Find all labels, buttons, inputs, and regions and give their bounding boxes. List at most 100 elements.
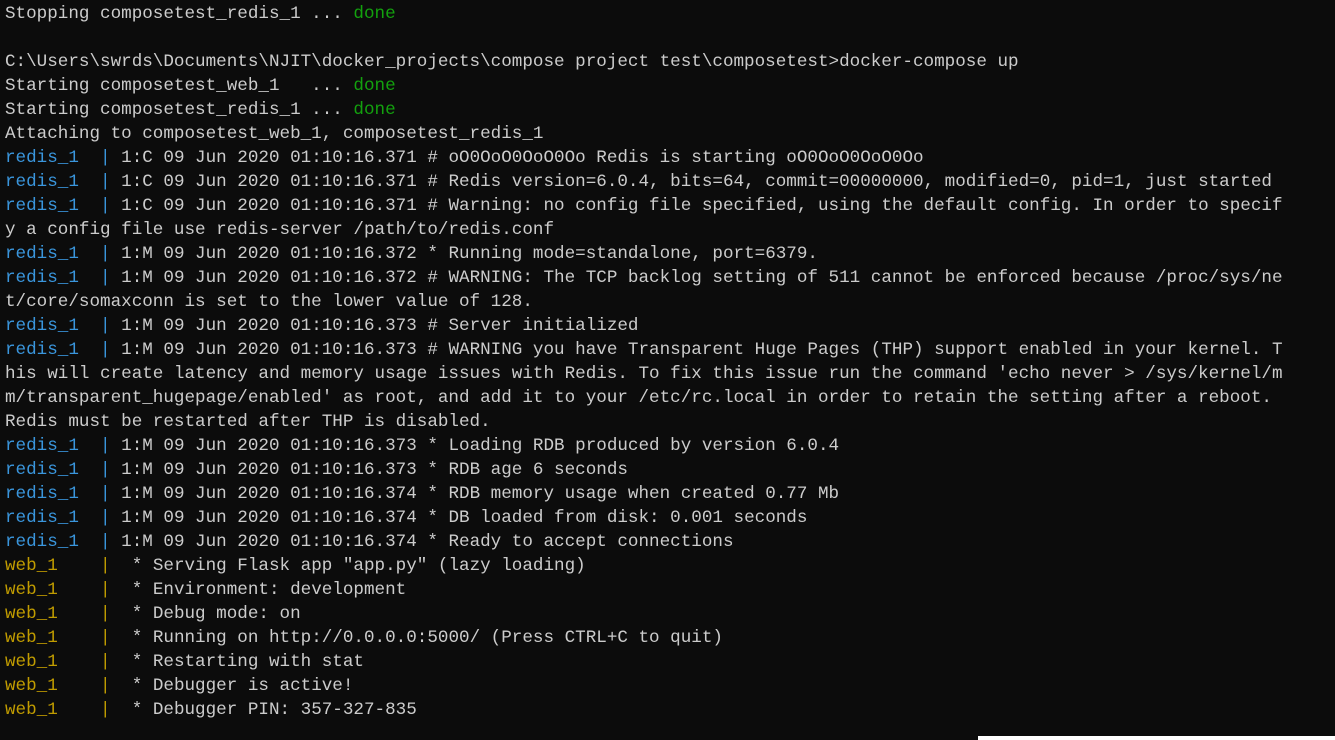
terminal-line: web_1 | * Running on http://0.0.0.0:5000… [5, 626, 1283, 650]
terminal-line: web_1 | * Serving Flask app "app.py" (la… [5, 554, 1283, 578]
terminal-line: redis_1 | 1:C 09 Jun 2020 01:10:16.371 #… [5, 170, 1283, 194]
service-prefix-redis: redis_1 [5, 172, 79, 192]
log-message: * Debugger is active! [110, 676, 354, 696]
service-separator: | [78, 244, 111, 264]
terminal-line: redis_1 | 1:M 09 Jun 2020 01:10:16.373 #… [5, 314, 1283, 338]
log-message: m/transparent_hugepage/enabled' as root,… [5, 388, 1272, 408]
log-message: * Environment: development [110, 580, 407, 600]
terminal-line: C:\Users\swrds\Documents\NJIT\docker_pro… [5, 50, 1283, 74]
log-message: 1:M 09 Jun 2020 01:10:16.372 * Running m… [110, 244, 818, 264]
terminal-line: Redis must be restarted after THP is dis… [5, 410, 1283, 434]
service-prefix-redis: redis_1 [5, 460, 79, 480]
terminal-window[interactable]: Stopping composetest_redis_1 ... done C:\… [0, 0, 1335, 740]
terminal-line: redis_1 | 1:M 09 Jun 2020 01:10:16.372 #… [5, 266, 1283, 290]
log-message: 1:M 09 Jun 2020 01:10:16.374 * DB loaded… [110, 508, 808, 528]
terminal-line: his will create latency and memory usage… [5, 362, 1283, 386]
service-prefix-web: web_1 [5, 652, 58, 672]
log-message: Redis must be restarted after THP is dis… [5, 412, 491, 432]
service-separator: | [78, 340, 111, 360]
log-message: 1:C 09 Jun 2020 01:10:16.371 # oO0OoO0Oo… [110, 148, 924, 168]
terminal-line: redis_1 | 1:C 09 Jun 2020 01:10:16.371 #… [5, 146, 1283, 170]
log-message: 1:M 09 Jun 2020 01:10:16.373 # WARNING y… [110, 340, 1283, 360]
service-separator: | [57, 628, 111, 648]
log-message: * Debug mode: on [110, 604, 301, 624]
service-separator: | [57, 604, 111, 624]
service-prefix-web: web_1 [5, 628, 58, 648]
status-message: Starting composetest_redis_1 ... [5, 100, 354, 120]
service-separator: | [78, 460, 111, 480]
service-separator: | [78, 148, 111, 168]
status-done: done [353, 76, 396, 96]
service-separator: | [78, 436, 111, 456]
service-separator: | [78, 508, 111, 528]
service-prefix-redis: redis_1 [5, 268, 79, 288]
terminal-line: Stopping composetest_redis_1 ... done [5, 2, 1283, 26]
terminal-line: web_1 | * Debug mode: on [5, 602, 1283, 626]
service-prefix-redis: redis_1 [5, 436, 79, 456]
log-message: 1:M 09 Jun 2020 01:10:16.373 # Server in… [110, 316, 639, 336]
service-prefix-web: web_1 [5, 700, 58, 720]
log-message: 1:M 09 Jun 2020 01:10:16.372 # WARNING: … [110, 268, 1283, 288]
service-prefix-redis: redis_1 [5, 484, 79, 504]
log-message: y a config file use redis-server /path/t… [5, 220, 555, 240]
service-prefix-web: web_1 [5, 580, 58, 600]
log-message: 1:M 09 Jun 2020 01:10:16.374 * Ready to … [110, 532, 734, 552]
terminal-line: redis_1 | 1:C 09 Jun 2020 01:10:16.371 #… [5, 194, 1283, 218]
log-message: 1:M 09 Jun 2020 01:10:16.373 * RDB age 6… [110, 460, 628, 480]
terminal-line: redis_1 | 1:M 09 Jun 2020 01:10:16.374 *… [5, 506, 1283, 530]
log-message: 1:C 09 Jun 2020 01:10:16.371 # Warning: … [110, 196, 1283, 216]
service-separator: | [78, 268, 111, 288]
service-prefix-redis: redis_1 [5, 316, 79, 336]
terminal-line: Starting composetest_redis_1 ... done [5, 98, 1283, 122]
log-message: * Restarting with stat [110, 652, 364, 672]
status-done: done [353, 100, 396, 120]
log-message: his will create latency and memory usage… [5, 364, 1283, 384]
log-message: Attaching to composetest_web_1, composet… [5, 124, 544, 144]
log-message: 1:M 09 Jun 2020 01:10:16.374 * RDB memor… [110, 484, 840, 504]
service-separator: | [78, 316, 111, 336]
terminal-line: Attaching to composetest_web_1, composet… [5, 122, 1283, 146]
status-message: Starting composetest_web_1 ... [5, 76, 354, 96]
terminal-line: web_1 | * Restarting with stat [5, 650, 1283, 674]
service-separator: | [57, 652, 111, 672]
log-message: t/core/somaxconn is set to the lower val… [5, 292, 533, 312]
terminal-line: redis_1 | 1:M 09 Jun 2020 01:10:16.373 *… [5, 458, 1283, 482]
service-prefix-redis: redis_1 [5, 244, 79, 264]
log-message: C:\Users\swrds\Documents\NJIT\docker_pro… [5, 52, 1019, 72]
terminal-line: y a config file use redis-server /path/t… [5, 218, 1283, 242]
service-prefix-redis: redis_1 [5, 148, 79, 168]
service-separator: | [57, 556, 111, 576]
terminal-line: m/transparent_hugepage/enabled' as root,… [5, 386, 1283, 410]
service-prefix-web: web_1 [5, 604, 58, 624]
service-separator: | [78, 196, 111, 216]
terminal-line: redis_1 | 1:M 09 Jun 2020 01:10:16.372 *… [5, 242, 1283, 266]
window-edge [978, 736, 1335, 740]
service-separator: | [78, 532, 111, 552]
terminal-line: web_1 | * Environment: development [5, 578, 1283, 602]
terminal-line: Starting composetest_web_1 ... done [5, 74, 1283, 98]
terminal-line: web_1 | * Debugger PIN: 357-327-835 [5, 698, 1283, 722]
service-prefix-web: web_1 [5, 556, 58, 576]
terminal-line: redis_1 | 1:M 09 Jun 2020 01:10:16.373 *… [5, 434, 1283, 458]
log-message: * Serving Flask app "app.py" (lazy loadi… [110, 556, 586, 576]
log-message: * Running on http://0.0.0.0:5000/ (Press… [110, 628, 723, 648]
service-prefix-redis: redis_1 [5, 508, 79, 528]
service-separator: | [78, 172, 111, 192]
log-message: 1:C 09 Jun 2020 01:10:16.371 # Redis ver… [110, 172, 1272, 192]
service-separator: | [57, 580, 111, 600]
service-prefix-redis: redis_1 [5, 196, 79, 216]
terminal-line: t/core/somaxconn is set to the lower val… [5, 290, 1283, 314]
service-prefix-web: web_1 [5, 676, 58, 696]
terminal-output: Stopping composetest_redis_1 ... done C:\… [5, 2, 1283, 722]
service-prefix-redis: redis_1 [5, 340, 79, 360]
service-separator: | [78, 484, 111, 504]
terminal-line: redis_1 | 1:M 09 Jun 2020 01:10:16.374 *… [5, 482, 1283, 506]
log-message: * Debugger PIN: 357-327-835 [110, 700, 417, 720]
service-prefix-redis: redis_1 [5, 532, 79, 552]
service-separator: | [57, 700, 111, 720]
log-message: 1:M 09 Jun 2020 01:10:16.373 * Loading R… [110, 436, 840, 456]
terminal-line: web_1 | * Debugger is active! [5, 674, 1283, 698]
terminal-line: redis_1 | 1:M 09 Jun 2020 01:10:16.374 *… [5, 530, 1283, 554]
service-separator: | [57, 676, 111, 696]
